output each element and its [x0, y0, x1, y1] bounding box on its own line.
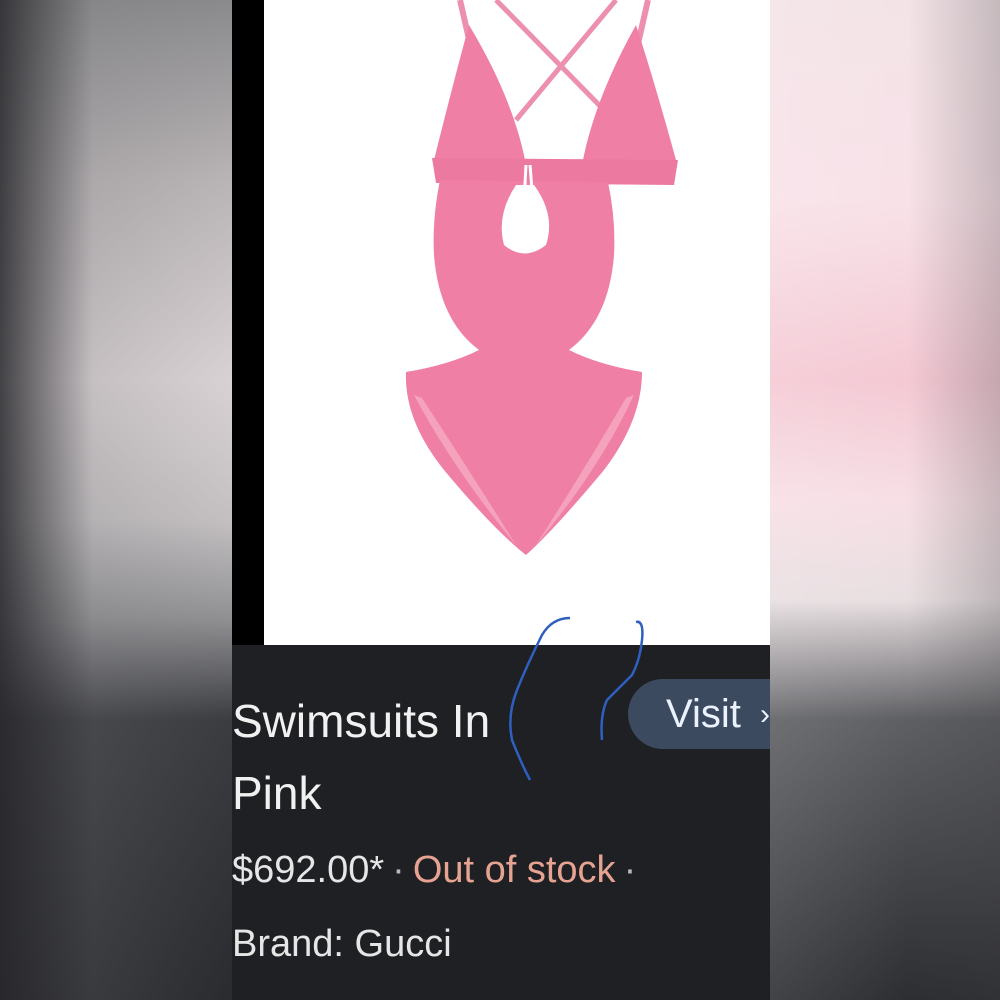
- product-image-area: ×: [232, 0, 770, 645]
- visit-button-label: Visit: [666, 692, 741, 736]
- product-card: × Swimsuits In Pink Visit › $692.00*·Out…: [232, 0, 770, 1000]
- product-brand: Brand: Gucci: [232, 923, 452, 965]
- stock-status: Out of stock: [412, 849, 616, 891]
- separator-dot: ·: [623, 849, 637, 891]
- product-info: Swimsuits In Pink Visit › $692.00* · Out o…: [232, 645, 770, 1000]
- blurred-backdrop-right: [770, 0, 1000, 1000]
- chevron-right-icon: ›: [760, 698, 770, 731]
- swimsuit-image: [405, 0, 678, 555]
- product-title: Swimsuits In Pink: [232, 695, 491, 819]
- visit-button[interactable]: Visit ›: [628, 679, 770, 749]
- product-price: $692.00*: [232, 849, 385, 891]
- product-image[interactable]: ×: [264, 0, 770, 645]
- price-stock-line: $692.00* · Out of stock ·: [232, 847, 644, 893]
- separator-dot: ·: [392, 849, 405, 891]
- blurred-backdrop-left: [0, 0, 232, 1000]
